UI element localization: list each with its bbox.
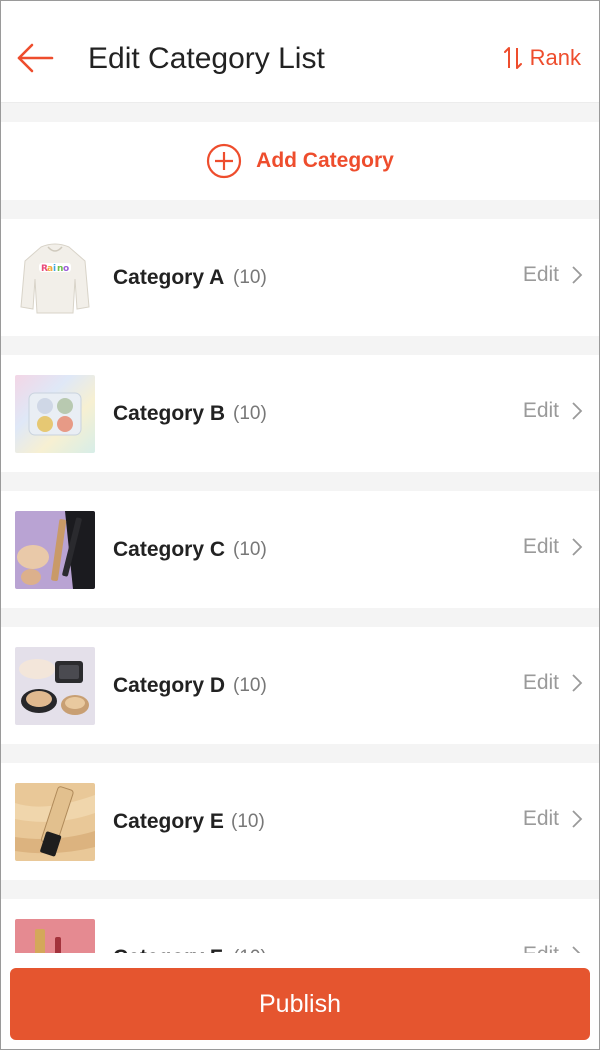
edit-button[interactable]: Edit bbox=[523, 535, 583, 559]
app-screen: Edit Category List Rank Add Category R a… bbox=[0, 0, 600, 1050]
edit-label: Edit bbox=[522, 399, 559, 422]
mascara-image bbox=[15, 511, 95, 589]
rank-label: Rank bbox=[529, 45, 581, 70]
sweatshirt-image: R a i n o bbox=[15, 239, 95, 317]
edit-label: Edit bbox=[522, 807, 559, 830]
foundation-image bbox=[15, 783, 95, 861]
add-circle-icon bbox=[207, 143, 242, 179]
category-thumbnail bbox=[15, 647, 95, 725]
category-row[interactable]: Category B (10) Edit bbox=[1, 355, 599, 472]
category-name: Category A bbox=[113, 266, 225, 289]
add-category-label: Add Category bbox=[256, 149, 394, 172]
category-name: Category E bbox=[113, 810, 224, 833]
category-name: Category B bbox=[113, 402, 226, 425]
chevron-right-icon bbox=[572, 810, 583, 828]
category-name: Category D bbox=[113, 674, 226, 697]
edit-button[interactable]: Edit bbox=[523, 399, 583, 423]
svg-text:i: i bbox=[53, 264, 56, 274]
edit-label: Edit bbox=[522, 671, 559, 694]
category-count: (10) bbox=[231, 811, 265, 832]
category-row[interactable]: R a i n o Category A (10) Edit bbox=[1, 219, 599, 336]
chevron-right-icon bbox=[572, 674, 583, 692]
edit-label: Edit bbox=[522, 535, 559, 558]
category-thumbnail bbox=[15, 783, 95, 861]
page-title: Edit Category List bbox=[88, 42, 325, 75]
publish-button[interactable]: Publish bbox=[10, 968, 590, 1040]
rank-button[interactable]: Rank bbox=[503, 41, 581, 75]
edit-button[interactable]: Edit bbox=[523, 671, 583, 695]
edit-button[interactable]: Edit bbox=[523, 263, 583, 287]
bottom-bar: Publish bbox=[1, 953, 599, 1049]
category-name: Category C bbox=[113, 538, 226, 561]
chevron-right-icon bbox=[572, 402, 583, 420]
category-count: (10) bbox=[233, 267, 267, 288]
compact-powder-image bbox=[15, 647, 95, 725]
category-row[interactable]: Category D (10) Edit bbox=[1, 627, 599, 744]
category-row[interactable]: Category E (10) Edit bbox=[1, 763, 599, 880]
eyeshadow-palette-image bbox=[15, 375, 95, 453]
sort-icon bbox=[503, 47, 522, 69]
category-count: (10) bbox=[233, 539, 267, 560]
category-count: (10) bbox=[233, 675, 267, 696]
add-category-button[interactable]: Add Category bbox=[1, 122, 599, 200]
svg-text:o: o bbox=[63, 264, 69, 274]
category-list: R a i n o Category A (10) Edit Category … bbox=[1, 219, 599, 1035]
edit-button[interactable]: Edit bbox=[523, 807, 583, 831]
back-arrow-icon[interactable] bbox=[15, 39, 55, 79]
category-count: (10) bbox=[233, 403, 267, 424]
category-thumbnail bbox=[15, 511, 95, 589]
category-thumbnail: R a i n o bbox=[15, 239, 95, 317]
chevron-right-icon bbox=[572, 266, 583, 284]
category-thumbnail bbox=[15, 375, 95, 453]
edit-label: Edit bbox=[522, 263, 559, 286]
top-bar: Edit Category List Rank bbox=[1, 1, 599, 103]
category-row[interactable]: Category C (10) Edit bbox=[1, 491, 599, 608]
chevron-right-icon bbox=[572, 538, 583, 556]
